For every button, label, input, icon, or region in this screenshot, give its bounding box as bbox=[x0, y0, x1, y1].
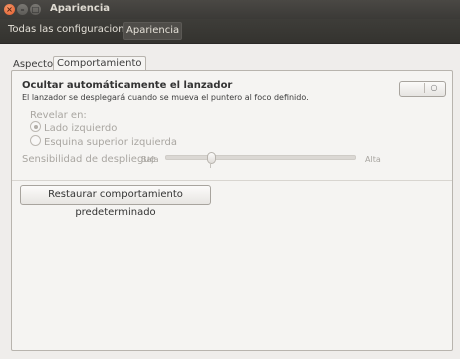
radio-top-left-corner[interactable]: Esquina superior izquierda bbox=[30, 135, 178, 148]
radio-selected-icon bbox=[30, 121, 41, 132]
radio-unselected-icon bbox=[30, 135, 41, 146]
sensitivity-low-label: Baja bbox=[141, 155, 159, 164]
toggle-off-icon: ○ bbox=[424, 83, 443, 93]
behavior-panel: Ocultar automáticamente el lanzador El l… bbox=[11, 70, 453, 351]
maximize-icon[interactable]: □ bbox=[30, 4, 41, 15]
sensitivity-slider[interactable] bbox=[165, 152, 356, 164]
slider-tick-mark bbox=[210, 163, 211, 168]
autohide-toggle[interactable]: ○ bbox=[399, 81, 446, 97]
sensitivity-label: Sensibilidad de despliegue bbox=[22, 154, 156, 165]
minimize-icon[interactable]: – bbox=[17, 4, 28, 15]
radio-left-side[interactable]: Lado izquierdo bbox=[30, 121, 118, 134]
slider-handle[interactable] bbox=[207, 152, 217, 164]
all-settings-button[interactable]: Todas las configuraciones bbox=[6, 22, 138, 38]
sensitivity-high-label: Alta bbox=[365, 155, 381, 164]
restore-defaults-button[interactable]: Restaurar comportamiento predeterminado bbox=[20, 185, 211, 218]
autohide-description: El lanzador se desplegará cuando se muev… bbox=[22, 93, 309, 102]
toolbar: Todas las configuraciones Apariencia bbox=[0, 19, 460, 44]
close-icon[interactable]: × bbox=[4, 4, 15, 15]
breadcrumb-appearance[interactable]: Apariencia bbox=[123, 22, 183, 40]
window-title: Apariencia bbox=[50, 3, 111, 14]
reveal-label: Revelar en: bbox=[30, 110, 87, 121]
radio-left-side-label: Lado izquierdo bbox=[44, 123, 118, 134]
title-bar: × – □ Apariencia bbox=[0, 0, 460, 19]
tab-comportamiento[interactable]: Comportamiento bbox=[53, 56, 146, 71]
divider bbox=[12, 180, 452, 181]
radio-top-left-corner-label: Esquina superior izquierda bbox=[44, 137, 178, 148]
autohide-heading: Ocultar automáticamente el lanzador bbox=[22, 80, 233, 91]
